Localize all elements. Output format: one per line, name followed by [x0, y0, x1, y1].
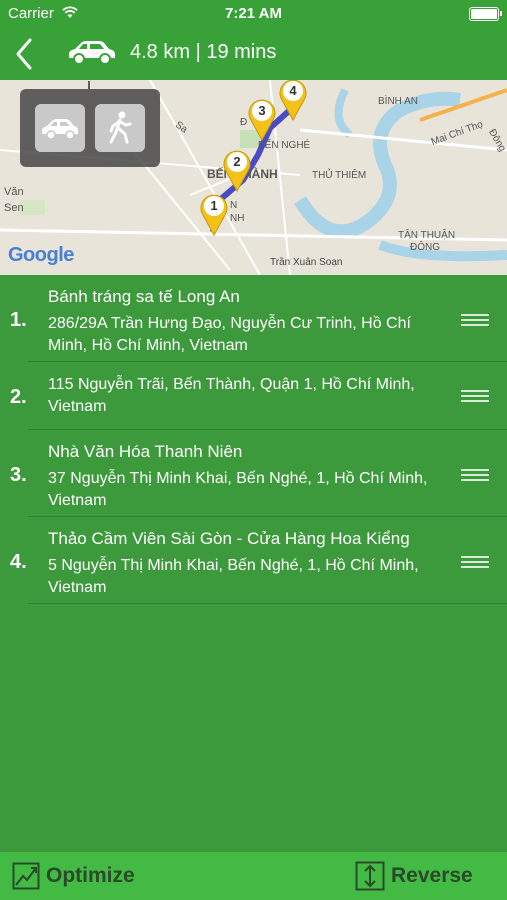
- stop-row[interactable]: 2. 115 Nguyễn Trãi, Bến Thành, Quận 1, H…: [0, 362, 507, 430]
- stop-number: 2.: [10, 386, 27, 408]
- car-icon: [42, 119, 78, 140]
- route-summary: 4.8 km | 19 mins: [130, 41, 277, 63]
- walk-icon: [109, 111, 132, 144]
- stop-row[interactable]: 4. Thảo Cầm Viên Sài Gòn - Cửa Hàng Hoa …: [0, 517, 507, 604]
- map-marker-1[interactable]: 1: [199, 191, 229, 237]
- map-label: ĐÔNG: [410, 242, 440, 253]
- drag-handle-icon[interactable]: [461, 390, 489, 402]
- map-label: THỦ THIÊM: [312, 170, 367, 181]
- nav-bar: 4.8 km | 19 mins: [0, 28, 507, 80]
- marker-label: 3: [258, 103, 266, 118]
- map-marker-2[interactable]: 2: [222, 147, 252, 193]
- reverse-button[interactable]: Reverse: [355, 852, 473, 900]
- stop-address: 5 Nguyễn Thị Minh Khai, Bến Nghé, 1, Hồ …: [48, 557, 419, 596]
- stop-number: 1.: [10, 309, 27, 331]
- drive-mode-button[interactable]: [35, 104, 85, 152]
- stop-number: 4.: [10, 551, 27, 573]
- map-marker-4[interactable]: 4: [278, 80, 308, 122]
- map-label: NH: [230, 213, 245, 224]
- battery-icon: [469, 7, 502, 21]
- walk-mode-button[interactable]: [95, 104, 145, 152]
- stop-name: Bánh tráng sa tế Long An: [48, 287, 240, 306]
- google-logo: Google: [8, 244, 74, 266]
- drag-handle-icon[interactable]: [461, 314, 489, 326]
- stop-row[interactable]: 1. Bánh tráng sa tế Long An 286/29A Trần…: [0, 275, 507, 362]
- car-icon: [69, 41, 115, 65]
- stop-name: Thảo Cầm Viên Sài Gòn - Cửa Hàng Hoa Kiể…: [48, 529, 410, 548]
- stop-row[interactable]: 3. Nhà Văn Hóa Thanh Niên 37 Nguyễn Thị …: [0, 430, 507, 517]
- map-label: Trần Xuân Soạn: [270, 257, 343, 268]
- back-chevron-icon[interactable]: [10, 36, 40, 72]
- map-marker-3[interactable]: 3: [247, 96, 277, 142]
- marker-label: 4: [289, 83, 297, 98]
- stop-number: 3.: [10, 464, 27, 486]
- reverse-arrows-icon: [355, 861, 385, 891]
- clock: 7:21 AM: [225, 5, 282, 22]
- drag-handle-icon[interactable]: [461, 556, 489, 568]
- map-label: BÌNH AN: [378, 96, 419, 107]
- marker-label: 2: [233, 154, 241, 169]
- optimize-label: Optimize: [46, 864, 135, 887]
- optimize-button[interactable]: Optimize: [12, 852, 135, 900]
- bottom-toolbar: Optimize Reverse: [0, 852, 507, 900]
- travel-mode-panel: [20, 81, 160, 167]
- map-label: Sen: [4, 202, 24, 214]
- stop-address: 115 Nguyễn Trãi, Bến Thành, Quận 1, Hồ C…: [48, 376, 415, 415]
- drag-handle-icon[interactable]: [461, 469, 489, 481]
- stop-address: 286/29A Trần Hưng Đạo, Nguyễn Cư Trinh, …: [48, 315, 411, 354]
- stop-list: 1. Bánh tráng sa tế Long An 286/29A Trần…: [0, 275, 507, 604]
- marker-label: 1: [210, 198, 218, 213]
- divider: [28, 603, 507, 604]
- stop-address: 37 Nguyễn Thị Minh Khai, Bến Nghé, 1, Hồ…: [48, 470, 428, 509]
- map-label: N: [230, 200, 238, 211]
- status-bar: Carrier 7:21 AM: [0, 0, 507, 28]
- map-label: TÂN THUẬN: [398, 230, 456, 241]
- map-label: Văn: [4, 186, 24, 198]
- stop-name: Nhà Văn Hóa Thanh Niên: [48, 442, 243, 461]
- reverse-label: Reverse: [391, 864, 473, 887]
- optimize-chart-icon: [12, 862, 40, 890]
